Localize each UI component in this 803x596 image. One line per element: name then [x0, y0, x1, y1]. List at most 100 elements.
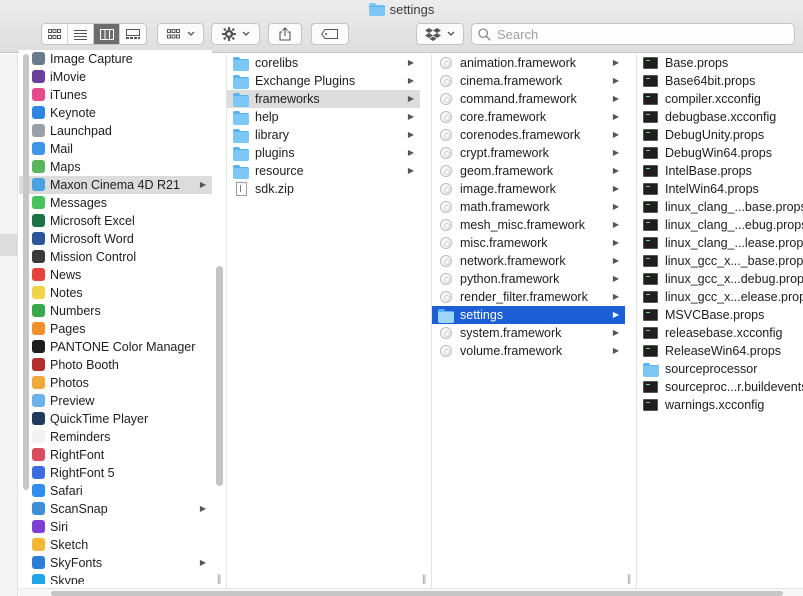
column-resize-handle[interactable]: || — [627, 574, 631, 585]
dropbox-button[interactable] — [416, 23, 464, 45]
column-resize-handle[interactable]: || — [217, 574, 221, 585]
folder-item[interactable]: plugins ▶ — [227, 144, 420, 162]
folder-item[interactable]: library ▶ — [227, 126, 420, 144]
folder-item[interactable]: sdk.zip — [227, 180, 420, 198]
folder-item[interactable]: resource ▶ — [227, 162, 420, 180]
app-item[interactable]: Maps — [19, 158, 212, 176]
file-item[interactable]: IntelBase.props — [637, 162, 803, 180]
app-item[interactable]: ScanSnap ▶ — [19, 500, 212, 518]
file-item[interactable]: network.framework ▶ — [432, 252, 625, 270]
search-input[interactable] — [497, 26, 777, 42]
app-item[interactable]: PANTONE Color Manager — [19, 338, 212, 356]
folder-item[interactable]: help ▶ — [227, 108, 420, 126]
app-item[interactable]: Photos — [19, 374, 212, 392]
file-item[interactable]: IntelWin64.props — [637, 180, 803, 198]
app-item[interactable]: iMovie — [19, 68, 212, 86]
file-item[interactable]: geom.framework ▶ — [432, 162, 625, 180]
app-item[interactable]: Image Capture — [19, 50, 212, 68]
app-item[interactable]: Photo Booth — [19, 356, 212, 374]
list-view-button[interactable] — [68, 24, 94, 44]
column-resize-handle[interactable]: || — [422, 574, 426, 585]
file-item[interactable]: animation.framework ▶ — [432, 54, 625, 72]
horizontal-scrollbar[interactable] — [19, 588, 803, 596]
folder-item[interactable]: sourceprocessor — [637, 360, 803, 378]
file-item[interactable]: Base.props — [637, 54, 803, 72]
file-item[interactable]: linux_gcc_x...debug.props — [637, 270, 803, 288]
app-item[interactable]: Microsoft Word — [19, 230, 212, 248]
file-item[interactable]: math.framework ▶ — [432, 198, 625, 216]
app-item[interactable]: Mail — [19, 140, 212, 158]
item-label: mesh_misc.framework — [460, 218, 586, 232]
app-item[interactable]: QuickTime Player — [19, 410, 212, 428]
folder-item[interactable]: settings ▶ — [432, 306, 625, 324]
group-by-button[interactable] — [157, 23, 204, 45]
disclosure-arrow-icon: ▶ — [407, 76, 414, 85]
app-item[interactable]: SkyFonts ▶ — [19, 554, 212, 572]
scroll-thumb[interactable] — [23, 54, 29, 490]
file-item[interactable]: DebugWin64.props — [637, 144, 803, 162]
file-item[interactable]: corenodes.framework ▶ — [432, 126, 625, 144]
file-item[interactable]: Base64bit.props — [637, 72, 803, 90]
app-item[interactable]: Microsoft Excel — [19, 212, 212, 230]
scroll-thumb[interactable] — [216, 266, 223, 486]
app-item[interactable]: Pages — [19, 320, 212, 338]
gallery-view-button[interactable] — [120, 24, 146, 44]
file-item[interactable]: crypt.framework ▶ — [432, 144, 625, 162]
file-item[interactable]: mesh_misc.framework ▶ — [432, 216, 625, 234]
app-icon — [32, 106, 45, 119]
file-item[interactable]: sourceproc...r.buildevents — [637, 378, 803, 396]
folder-item[interactable]: frameworks ▶ — [227, 90, 420, 108]
app-item[interactable]: RightFont — [19, 446, 212, 464]
app-item[interactable]: Messages — [19, 194, 212, 212]
scroll-thumb[interactable] — [51, 591, 783, 596]
action-button[interactable] — [211, 23, 260, 45]
file-item[interactable]: linux_clang_...base.props — [637, 198, 803, 216]
search-field[interactable] — [471, 23, 795, 45]
file-item[interactable]: linux_clang_...ebug.props — [637, 216, 803, 234]
app-item[interactable]: RightFont 5 — [19, 464, 212, 482]
file-item[interactable]: python.framework ▶ — [432, 270, 625, 288]
app-item[interactable]: Maxon Cinema 4D R21 ▶ — [19, 176, 212, 194]
edit-tags-button[interactable] — [311, 23, 349, 45]
app-item[interactable]: Safari — [19, 482, 212, 500]
app-item[interactable]: News — [19, 266, 212, 284]
file-item[interactable]: debugbase.xcconfig — [637, 108, 803, 126]
file-item[interactable]: DebugUnity.props — [637, 126, 803, 144]
file-item[interactable]: warnings.xcconfig — [637, 396, 803, 414]
app-item[interactable]: Numbers — [19, 302, 212, 320]
icon-view-button[interactable] — [42, 24, 68, 44]
file-item[interactable]: core.framework ▶ — [432, 108, 625, 126]
app-item[interactable]: Notes — [19, 284, 212, 302]
column-settings: Base.props Base64bit.props compiler.xcconf… — [637, 54, 803, 588]
applications-scrollbar[interactable] — [215, 54, 225, 588]
file-item[interactable]: linux_gcc_x..._base.props — [637, 252, 803, 270]
app-item[interactable]: Launchpad — [19, 122, 212, 140]
app-item[interactable]: Keynote — [19, 104, 212, 122]
file-item[interactable]: volume.framework ▶ — [432, 342, 625, 360]
file-item[interactable]: render_filter.framework ▶ — [432, 288, 625, 306]
file-item[interactable]: MSVCBase.props — [637, 306, 803, 324]
app-item[interactable]: Mission Control — [19, 248, 212, 266]
column-view-button[interactable] — [94, 24, 120, 44]
app-item[interactable]: Siri — [19, 518, 212, 536]
file-item[interactable]: command.framework ▶ — [432, 90, 625, 108]
app-item[interactable]: Reminders — [19, 428, 212, 446]
file-item[interactable]: misc.framework ▶ — [432, 234, 625, 252]
applications-left-scrollbar[interactable] — [22, 54, 30, 490]
file-item[interactable]: cinema.framework ▶ — [432, 72, 625, 90]
file-item[interactable]: linux_clang_...lease.props — [637, 234, 803, 252]
folder-item[interactable]: corelibs ▶ — [227, 54, 420, 72]
file-item[interactable]: linux_gcc_x...elease.props — [637, 288, 803, 306]
file-item[interactable]: image.framework ▶ — [432, 180, 625, 198]
framework-icon — [440, 75, 452, 87]
file-item[interactable]: system.framework ▶ — [432, 324, 625, 342]
app-item[interactable]: iTunes — [19, 86, 212, 104]
file-item[interactable]: compiler.xcconfig — [637, 90, 803, 108]
app-item[interactable]: Skype — [19, 572, 212, 584]
app-item[interactable]: Preview — [19, 392, 212, 410]
folder-item[interactable]: Exchange Plugins ▶ — [227, 72, 420, 90]
app-item[interactable]: Sketch — [19, 536, 212, 554]
file-item[interactable]: ReleaseWin64.props — [637, 342, 803, 360]
share-button[interactable] — [268, 23, 302, 45]
file-item[interactable]: releasebase.xcconfig — [637, 324, 803, 342]
